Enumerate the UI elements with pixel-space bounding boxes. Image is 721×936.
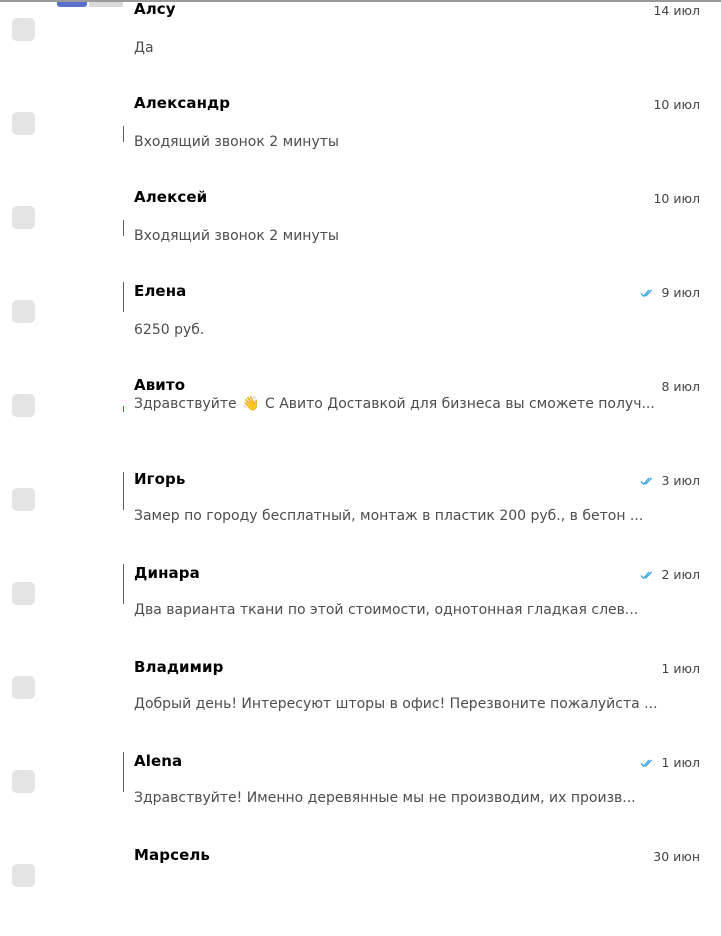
chat-date: 3 июл	[640, 473, 700, 488]
chat-name: Александр	[134, 94, 231, 112]
chat-date: 1 июл	[661, 661, 700, 676]
chat-date-text: 10 июл	[653, 97, 700, 112]
chat-name: Елена	[134, 282, 187, 300]
double-check-icon	[640, 477, 653, 485]
chat-name: Динара	[134, 564, 200, 582]
chat-date: 10 июл	[653, 97, 700, 112]
chat-row[interactable]: Алсу 14 июл Да	[0, 0, 721, 90]
chat-date: 2 июл	[640, 567, 700, 582]
chat-name: Alena	[134, 752, 183, 770]
row-divider	[123, 126, 124, 142]
checkbox-icon[interactable]	[12, 300, 35, 323]
chat-preview-text: Здравствуйте	[134, 396, 237, 412]
chat-date-text: 30 июн	[653, 849, 700, 864]
chat-date-text: 14 июл	[653, 3, 700, 18]
double-check-icon	[640, 571, 653, 579]
chat-list: Алсу 14 июл Да Александр 10 июл Входящий…	[0, 0, 721, 936]
checkbox-icon[interactable]	[12, 112, 35, 135]
chat-date: 30 июн	[653, 849, 700, 864]
checkbox-icon[interactable]	[12, 18, 35, 41]
chat-date-text: 2 июл	[661, 567, 700, 582]
chat-row[interactable]: Авито 8 июл Здравствуйте 👋 С Авито Доста…	[0, 372, 721, 466]
chat-name: Авито	[134, 376, 186, 394]
chat-date-text: 1 июл	[661, 661, 700, 676]
chat-preview: Здравствуйте 👋 С Авито Доставкой для биз…	[134, 396, 655, 412]
chat-name: Алсу	[134, 0, 176, 18]
chat-date-text: 10 июл	[653, 191, 700, 206]
chat-row[interactable]: Динара 2 июл Два варианта ткани по этой …	[0, 560, 721, 654]
row-divider	[123, 220, 124, 236]
checkbox-icon[interactable]	[12, 864, 35, 887]
chat-date-text: 8 июл	[661, 379, 700, 394]
checkbox-icon[interactable]	[12, 394, 35, 417]
chat-row[interactable]: Алексей 10 июл Входящий звонок 2 минуты	[0, 184, 721, 278]
double-check-icon	[640, 289, 653, 297]
chat-preview: 6250 руб.	[134, 322, 205, 338]
row-divider	[123, 564, 124, 604]
chat-row[interactable]: Александр 10 июл Входящий звонок 2 минут…	[0, 90, 721, 184]
row-divider	[123, 282, 124, 312]
checkbox-icon[interactable]	[12, 676, 35, 699]
waving-hand-icon: 👋	[242, 396, 260, 412]
chat-preview: Здравствуйте! Именно деревянные мы не пр…	[134, 790, 636, 806]
row-divider	[123, 752, 124, 792]
row-divider	[123, 406, 124, 412]
chat-row[interactable]: Alena 1 июл Здравствуйте! Именно деревян…	[0, 748, 721, 842]
chat-preview: Да	[134, 40, 154, 56]
chat-preview: Входящий звонок 2 минуты	[134, 134, 339, 150]
chat-date: 8 июл	[661, 379, 700, 394]
chat-name: Игорь	[134, 470, 186, 488]
chat-date: 1 июл	[640, 755, 700, 770]
chat-row[interactable]: Елена 9 июл 6250 руб.	[0, 278, 721, 372]
chat-row[interactable]: Игорь 3 июл Замер по городу бесплатный, …	[0, 466, 721, 560]
chat-date-text: 9 июл	[661, 285, 700, 300]
double-check-icon	[640, 759, 653, 767]
chat-date: 9 июл	[640, 285, 700, 300]
chat-preview: Входящий звонок 2 минуты	[134, 228, 339, 244]
chat-row[interactable]: Марсель 30 июн	[0, 842, 721, 936]
chat-date-text: 1 июл	[661, 755, 700, 770]
chat-row[interactable]: Владимир 1 июл Добрый день! Интересуют ш…	[0, 654, 721, 748]
chat-date-text: 3 июл	[661, 473, 700, 488]
chat-preview-text: С Авито Доставкой для бизнеса вы сможете…	[264, 396, 655, 412]
chat-name: Владимир	[134, 658, 224, 676]
chat-name: Марсель	[134, 846, 211, 864]
chat-date: 14 июл	[653, 3, 700, 18]
chat-preview: Добрый день! Интересуют шторы в офис! Пе…	[134, 696, 658, 712]
checkbox-icon[interactable]	[12, 770, 35, 793]
chat-preview: Замер по городу бесплатный, монтаж в пла…	[134, 508, 644, 524]
chat-preview: Два варианта ткани по этой стоимости, од…	[134, 602, 639, 618]
checkbox-icon[interactable]	[12, 488, 35, 511]
chat-date: 10 июл	[653, 191, 700, 206]
checkbox-icon[interactable]	[12, 582, 35, 605]
checkbox-icon[interactable]	[12, 206, 35, 229]
chat-name: Алексей	[134, 188, 208, 206]
row-divider	[123, 472, 124, 510]
